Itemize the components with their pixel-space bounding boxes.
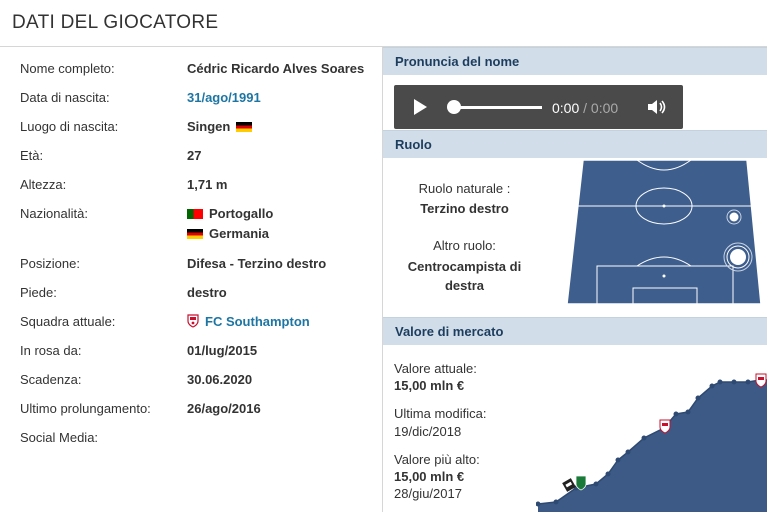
audio-player: 0:00 / 0:00 — [394, 85, 683, 129]
birth-date-label: Data di nascita: — [20, 90, 110, 105]
portugal-flag-icon — [187, 208, 203, 219]
page-header: DATI DEL GIOCATORE — [0, 0, 767, 47]
position-value: Difesa - Terzino destro — [187, 256, 327, 271]
club-crest-icon — [187, 313, 199, 328]
nationality-label: Nazionalità: — [20, 206, 88, 221]
current-value-label: Valore attuale: — [394, 361, 477, 376]
germany-flag-icon — [187, 228, 203, 239]
audio-time-separator: / — [583, 100, 588, 116]
pitch-penalty-spot — [662, 274, 666, 278]
last-change-label: Ultima modifica: — [394, 406, 487, 421]
joined-value: 01/lug/2015 — [187, 343, 258, 358]
southampton-crest-icon — [659, 419, 671, 434]
market-value-area — [538, 380, 767, 512]
market-title: Valore di mercato — [395, 324, 504, 339]
audio-progress-knob[interactable] — [447, 100, 461, 114]
pitch-diagram — [566, 159, 762, 305]
age-label: Età: — [20, 148, 44, 163]
audio-total-time: 0:00 — [590, 100, 619, 116]
volume-icon[interactable] — [647, 99, 667, 115]
sporting-crest-icon — [575, 475, 587, 491]
extension-label: Ultimo prolungamento: — [20, 401, 151, 416]
age-value: 27 — [187, 148, 202, 163]
club-link[interactable]: FC Southampton — [187, 313, 310, 330]
birth-date-link[interactable]: 31/ago/1991 — [187, 90, 261, 105]
play-icon[interactable] — [414, 99, 427, 115]
germany-flag-icon — [236, 121, 253, 132]
page-title: DATI DEL GIOCATORE — [12, 12, 219, 33]
nationality-text-1: Portogallo — [209, 206, 274, 221]
club-label: Squadra attuale: — [20, 314, 116, 329]
audio-progress-track[interactable] — [450, 106, 542, 109]
secondary-role-marker — [729, 212, 739, 222]
pitch-center-spot — [662, 204, 666, 208]
foot-value: destro — [187, 285, 227, 300]
foot-label: Piede: — [20, 285, 57, 300]
market-header: Valore di mercato — [383, 317, 767, 345]
extension-value: 26/ago/2016 — [187, 401, 261, 416]
last-change-date: 19/dic/2018 — [394, 424, 462, 439]
full-name-value: Cédric Ricardo Alves Soares — [187, 61, 365, 76]
highest-value: 15,00 mln € — [394, 469, 465, 484]
nationality-text-2: Germania — [209, 226, 269, 241]
audio-current-time: 0:00 — [552, 100, 580, 116]
birth-place-value: Singen — [187, 119, 253, 134]
main-role-marker — [730, 249, 746, 265]
birth-place-text: Singen — [187, 119, 231, 134]
pitch-field — [566, 159, 762, 305]
height-label: Altezza: — [20, 177, 67, 192]
birth-place-label: Luogo di nascita: — [20, 119, 119, 134]
nationality-value-2: Germania — [187, 226, 269, 241]
contract-label: Scadenza: — [20, 372, 82, 387]
highest-value-date: 28/giu/2017 — [394, 486, 462, 501]
southampton-crest-icon — [755, 373, 767, 388]
nationality-value-1: Portogallo — [187, 206, 273, 221]
market-value-chart[interactable] — [536, 368, 767, 512]
contract-value: 30.06.2020 — [187, 372, 253, 387]
other-role-value-line2: destra — [444, 278, 485, 293]
club-text: FC Southampton — [205, 314, 310, 329]
position-label: Posizione: — [20, 256, 80, 271]
joined-label: In rosa da: — [20, 343, 82, 358]
highest-value-label: Valore più alto: — [394, 452, 480, 467]
natural-role-value: Terzino destro — [420, 201, 509, 216]
social-label: Social Media: — [20, 430, 99, 445]
pronunciation-title: Pronuncia del nome — [395, 54, 520, 69]
natural-role-label: Ruolo naturale : — [418, 181, 511, 196]
pronunciation-header: Pronuncia del nome — [383, 47, 767, 75]
current-value: 15,00 mln € — [394, 378, 465, 393]
role-header: Ruolo — [383, 130, 767, 158]
audio-time: 0:00 / 0:00 — [552, 100, 618, 116]
role-title: Ruolo — [395, 137, 432, 152]
height-value: 1,71 m — [187, 177, 228, 192]
other-role-value-line1: Centrocampista di — [407, 259, 522, 274]
other-role-label: Altro ruolo: — [433, 238, 496, 253]
full-name-label: Nome completo: — [20, 61, 115, 76]
